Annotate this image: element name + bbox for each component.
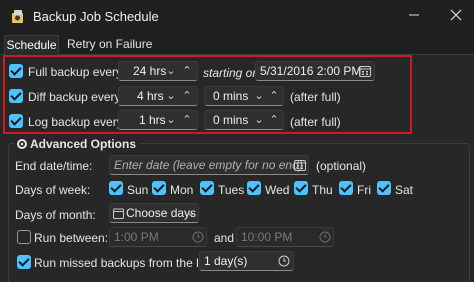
day-fri-checkbox[interactable] xyxy=(339,181,353,195)
diff-backup-interval-value: 4 hrs xyxy=(137,89,164,103)
title-bar: Backup Job Schedule xyxy=(0,0,474,32)
day-sat-checkbox[interactable] xyxy=(377,181,391,195)
calendar-icon xyxy=(113,208,124,219)
diff-backup-offset-field[interactable]: 0 mins ⌄ ⌃ xyxy=(204,86,284,106)
log-backup-interval-field[interactable]: 1 hrs ⌄ ⌃ xyxy=(118,110,198,130)
tab-retry-on-failure[interactable]: Retry on Failure xyxy=(67,35,152,55)
app-icon xyxy=(12,10,23,23)
end-date-label: End date/time: xyxy=(15,159,93,173)
clock-icon xyxy=(319,231,331,243)
log-backup-offset-field[interactable]: 0 mins ⌄ ⌃ xyxy=(204,110,284,130)
full-backup-start-datetime-value: 5/31/2016 2:00 PM xyxy=(260,64,362,78)
diff-backup-interval-field[interactable]: 4 hrs ⌄ ⌃ xyxy=(118,86,198,106)
day-thu-checkbox[interactable] xyxy=(294,181,308,195)
run-between-from-field[interactable]: 1:00 PM xyxy=(109,227,207,247)
day-tues-checkbox[interactable] xyxy=(200,181,214,195)
calendar-icon[interactable] xyxy=(359,65,371,77)
run-missed-label: Run missed backups from the last: xyxy=(34,256,219,270)
run-between-label: Run between: xyxy=(34,231,109,245)
chevron-down-icon[interactable]: ⌄ xyxy=(253,89,265,103)
minimize-button[interactable] xyxy=(404,6,424,26)
run-between-to-field[interactable]: 10:00 PM xyxy=(236,227,334,247)
day-mon-label: Mon xyxy=(170,183,194,197)
end-date-field[interactable]: Enter date (leave empty for no end) xyxy=(109,155,309,175)
log-backup-interval-value: 1 hrs xyxy=(139,113,166,127)
days-of-month-label: Days of month: xyxy=(15,208,96,222)
day-sat-label: Sat xyxy=(395,183,414,197)
chevron-down-icon: ⌄ xyxy=(186,207,196,219)
clock-icon xyxy=(192,231,204,243)
log-backup-checkbox[interactable] xyxy=(9,114,23,128)
chevron-up-icon[interactable]: ⌃ xyxy=(268,89,280,103)
end-date-optional-label: (optional) xyxy=(316,159,367,173)
full-backup-label: Full backup every xyxy=(28,65,123,79)
run-missed-checkbox[interactable] xyxy=(17,255,31,269)
chevron-down-icon[interactable]: ⌄ xyxy=(165,89,177,103)
chevron-up-icon[interactable]: ⌃ xyxy=(181,113,193,127)
full-backup-interval-value: 24 hrs xyxy=(133,64,167,78)
full-backup-interval-field[interactable]: 24 hrs ⌄ ⌃ xyxy=(118,61,198,81)
chevron-down-icon[interactable]: ⌄ xyxy=(253,113,265,127)
diff-backup-offset-value: 0 mins xyxy=(213,89,249,103)
day-mon-checkbox[interactable] xyxy=(152,181,166,195)
run-missed-field[interactable]: 1 day(s) xyxy=(199,251,294,271)
chevron-up-icon[interactable]: ⌃ xyxy=(181,89,193,103)
day-thu-label: Thu xyxy=(312,183,333,197)
calendar-icon[interactable] xyxy=(294,159,306,171)
full-backup-checkbox[interactable] xyxy=(9,64,23,78)
diff-backup-label: Diff backup every xyxy=(28,90,121,104)
run-between-checkbox[interactable] xyxy=(17,230,31,244)
day-fri-label: Fri xyxy=(357,183,371,197)
day-tues-label: Tues xyxy=(218,183,245,197)
run-between-to-value: 10:00 PM xyxy=(241,230,293,244)
chevron-down-icon[interactable]: ⌄ xyxy=(165,113,177,127)
chevron-down-icon[interactable]: ⌄ xyxy=(165,64,177,78)
log-backup-offset-value: 0 mins xyxy=(213,113,249,127)
run-missed-value: 1 day(s) xyxy=(204,254,248,268)
chevron-up-icon[interactable]: ⌃ xyxy=(268,113,280,127)
diff-after-full-label: (after full) xyxy=(290,90,341,104)
run-between-and-label: and xyxy=(214,231,235,245)
full-backup-start-datetime-field[interactable]: 5/31/2016 2:00 PM xyxy=(255,61,375,81)
day-wed-label: Wed xyxy=(265,183,290,197)
day-wed-checkbox[interactable] xyxy=(247,181,261,195)
chevron-up-icon[interactable]: ⌃ xyxy=(181,64,193,78)
log-backup-label: Log backup every xyxy=(28,115,123,129)
day-sun-label: Sun xyxy=(127,183,149,197)
choose-days-button[interactable]: Choose days ⌄ xyxy=(109,203,199,223)
advanced-options-title: Advanced Options xyxy=(30,137,140,151)
tab-bar: Schedule Retry on Failure xyxy=(0,35,474,55)
close-icon xyxy=(450,9,462,21)
days-of-week-label: Days of week: xyxy=(15,183,91,197)
tab-schedule[interactable]: Schedule xyxy=(4,35,59,55)
run-between-from-value: 1:00 PM xyxy=(114,230,159,244)
diff-backup-checkbox[interactable] xyxy=(9,89,23,103)
end-date-placeholder: Enter date (leave empty for no end) xyxy=(114,158,303,172)
gear-icon xyxy=(15,137,29,151)
close-button[interactable] xyxy=(446,6,466,26)
minimize-icon xyxy=(409,14,419,16)
window-title: Backup Job Schedule xyxy=(33,9,159,24)
clock-icon[interactable] xyxy=(278,255,290,267)
log-after-full-label: (after full) xyxy=(290,115,341,129)
starting-on-label: starting on xyxy=(203,66,260,80)
day-sun-checkbox[interactable] xyxy=(109,181,123,195)
